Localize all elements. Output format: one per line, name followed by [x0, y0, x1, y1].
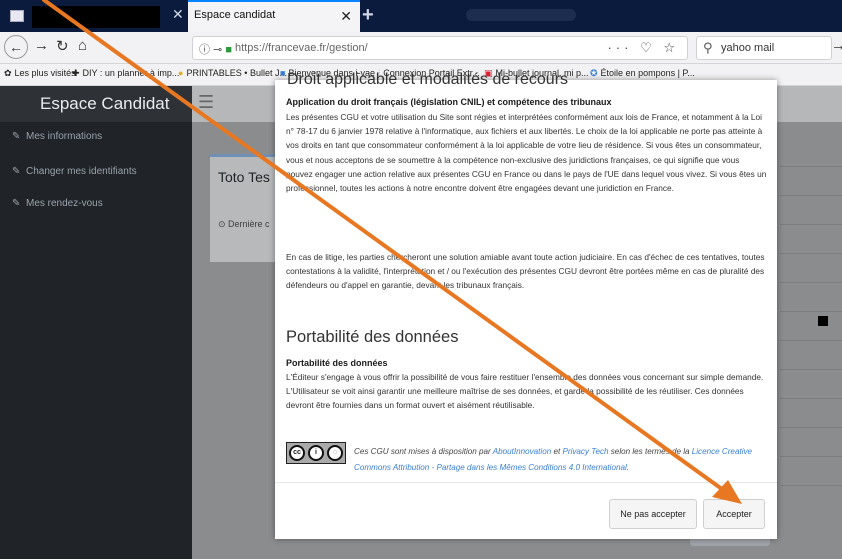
accept-button[interactable]: Accepter — [703, 499, 765, 529]
search-icon: ⚲ — [703, 40, 713, 55]
redacted-tab-title — [32, 6, 160, 28]
back-icon[interactable]: ← — [4, 35, 28, 59]
last-connection: ⊙ Dernière c — [218, 219, 270, 229]
section-subtitle-cnil: Application du droit français (législati… — [286, 97, 612, 107]
tab-inactive[interactable]: ✕ — [0, 0, 188, 32]
lock-icon: ⓘ ⊸ ■ — [199, 44, 232, 56]
sidebar-item-rendez-vous[interactable]: ✎ Mes rendez-vous — [12, 198, 103, 209]
home-icon[interactable]: ⌂ — [78, 37, 87, 54]
background-table — [780, 166, 842, 556]
candidate-name: Toto Tes — [218, 169, 270, 185]
bookmark-item[interactable]: ✚ DIY : un planner à imp... — [72, 68, 179, 79]
menu-icon[interactable]: ☰ — [198, 92, 214, 113]
star-icon: ✪ — [590, 68, 598, 78]
decline-button[interactable]: Ne pas accepter — [609, 499, 697, 529]
sidebar-item-informations[interactable]: ✎ Mes informations — [12, 131, 102, 142]
section-heading-droit: Droit applicable et modalités de recours — [287, 71, 569, 88]
tab-title: Espace candidat — [194, 9, 276, 21]
brand: Espace Candidat — [0, 86, 192, 122]
search-go-icon[interactable]: → — [831, 37, 842, 54]
link-aboutinnovation[interactable]: AboutInnovation — [493, 447, 552, 456]
edit-icon: ✎ — [12, 166, 21, 177]
license-note: Ces CGU sont mises à disposition par Abo… — [354, 447, 753, 472]
close-icon[interactable]: ✕ — [340, 8, 352, 25]
cc-license-icon[interactable]: cc i ◌ — [286, 442, 346, 464]
tab-espace-candidat[interactable]: Espace candidat ✕ — [188, 0, 360, 32]
page-actions-icon[interactable]: ··· ♡ ☆ — [607, 40, 679, 56]
forward-icon[interactable]: → — [34, 37, 49, 54]
brand-title: Espace Candidat — [40, 94, 170, 113]
edit-icon: ✎ — [12, 198, 21, 209]
blurred-window-title — [466, 9, 576, 21]
cgu-modal: Droit applicable et modalités de recours… — [275, 71, 777, 539]
sidebar: Espace Candidat ✎ Mes informations ✎ Chang… — [0, 86, 192, 559]
browser-navbar: ← → ↻ ⌂ ⓘ ⊸ ■ https://francevae.fr/gesti… — [0, 32, 842, 64]
reload-icon[interactable]: ↻ — [56, 37, 69, 55]
bulb-icon: ● — [178, 68, 184, 78]
edit-icon: ✎ — [12, 131, 21, 142]
section-subtitle-portabilite: Portabilité des données — [286, 358, 388, 368]
search-value: yahoo mail — [721, 42, 775, 54]
paragraph-loi: Les présentes CGU et votre utilisation d… — [286, 112, 767, 194]
bookmark-item[interactable]: ● PRINTABLES • Bullet J... — [178, 68, 287, 78]
gear-icon: ✿ — [4, 68, 12, 78]
bookmark-item[interactable]: ✪ Étoile en pompons | P... — [590, 68, 695, 79]
folder-icon: ■ — [280, 68, 286, 78]
sidebar-item-identifiants[interactable]: ✎ Changer mes identifiants — [12, 166, 137, 177]
link-privacy-tech[interactable]: Privacy Tech — [562, 447, 608, 456]
section-heading-portabilite: Portabilité des données — [286, 328, 459, 346]
url-text: https://francevae.fr/gestion/ — [235, 42, 368, 54]
profile-card: Toto Tes ⊙ Dernière c — [210, 154, 276, 262]
bookmark-star-icon: ✚ — [72, 68, 80, 78]
browser-tabbar: ✕ Espace candidat ✕ + — [0, 0, 842, 32]
black-square — [818, 316, 828, 326]
new-tab-icon[interactable]: + — [362, 4, 374, 27]
paragraph-portabilite: L'Éditeur s'engage à vous offrir la poss… — [286, 372, 764, 411]
search-input[interactable]: ⚲ yahoo mail — [696, 36, 832, 60]
modal-footer-divider — [275, 482, 777, 483]
bookmark-item[interactable]: ✿ Les plus visités — [4, 68, 76, 79]
paragraph-litige: En cas de litige, les parties chercheron… — [286, 252, 765, 291]
url-bar[interactable]: ⓘ ⊸ ■ https://francevae.fr/gestion/ ··· … — [192, 36, 688, 60]
tab-favicon-icon — [10, 10, 24, 22]
close-icon[interactable]: ✕ — [172, 6, 184, 23]
